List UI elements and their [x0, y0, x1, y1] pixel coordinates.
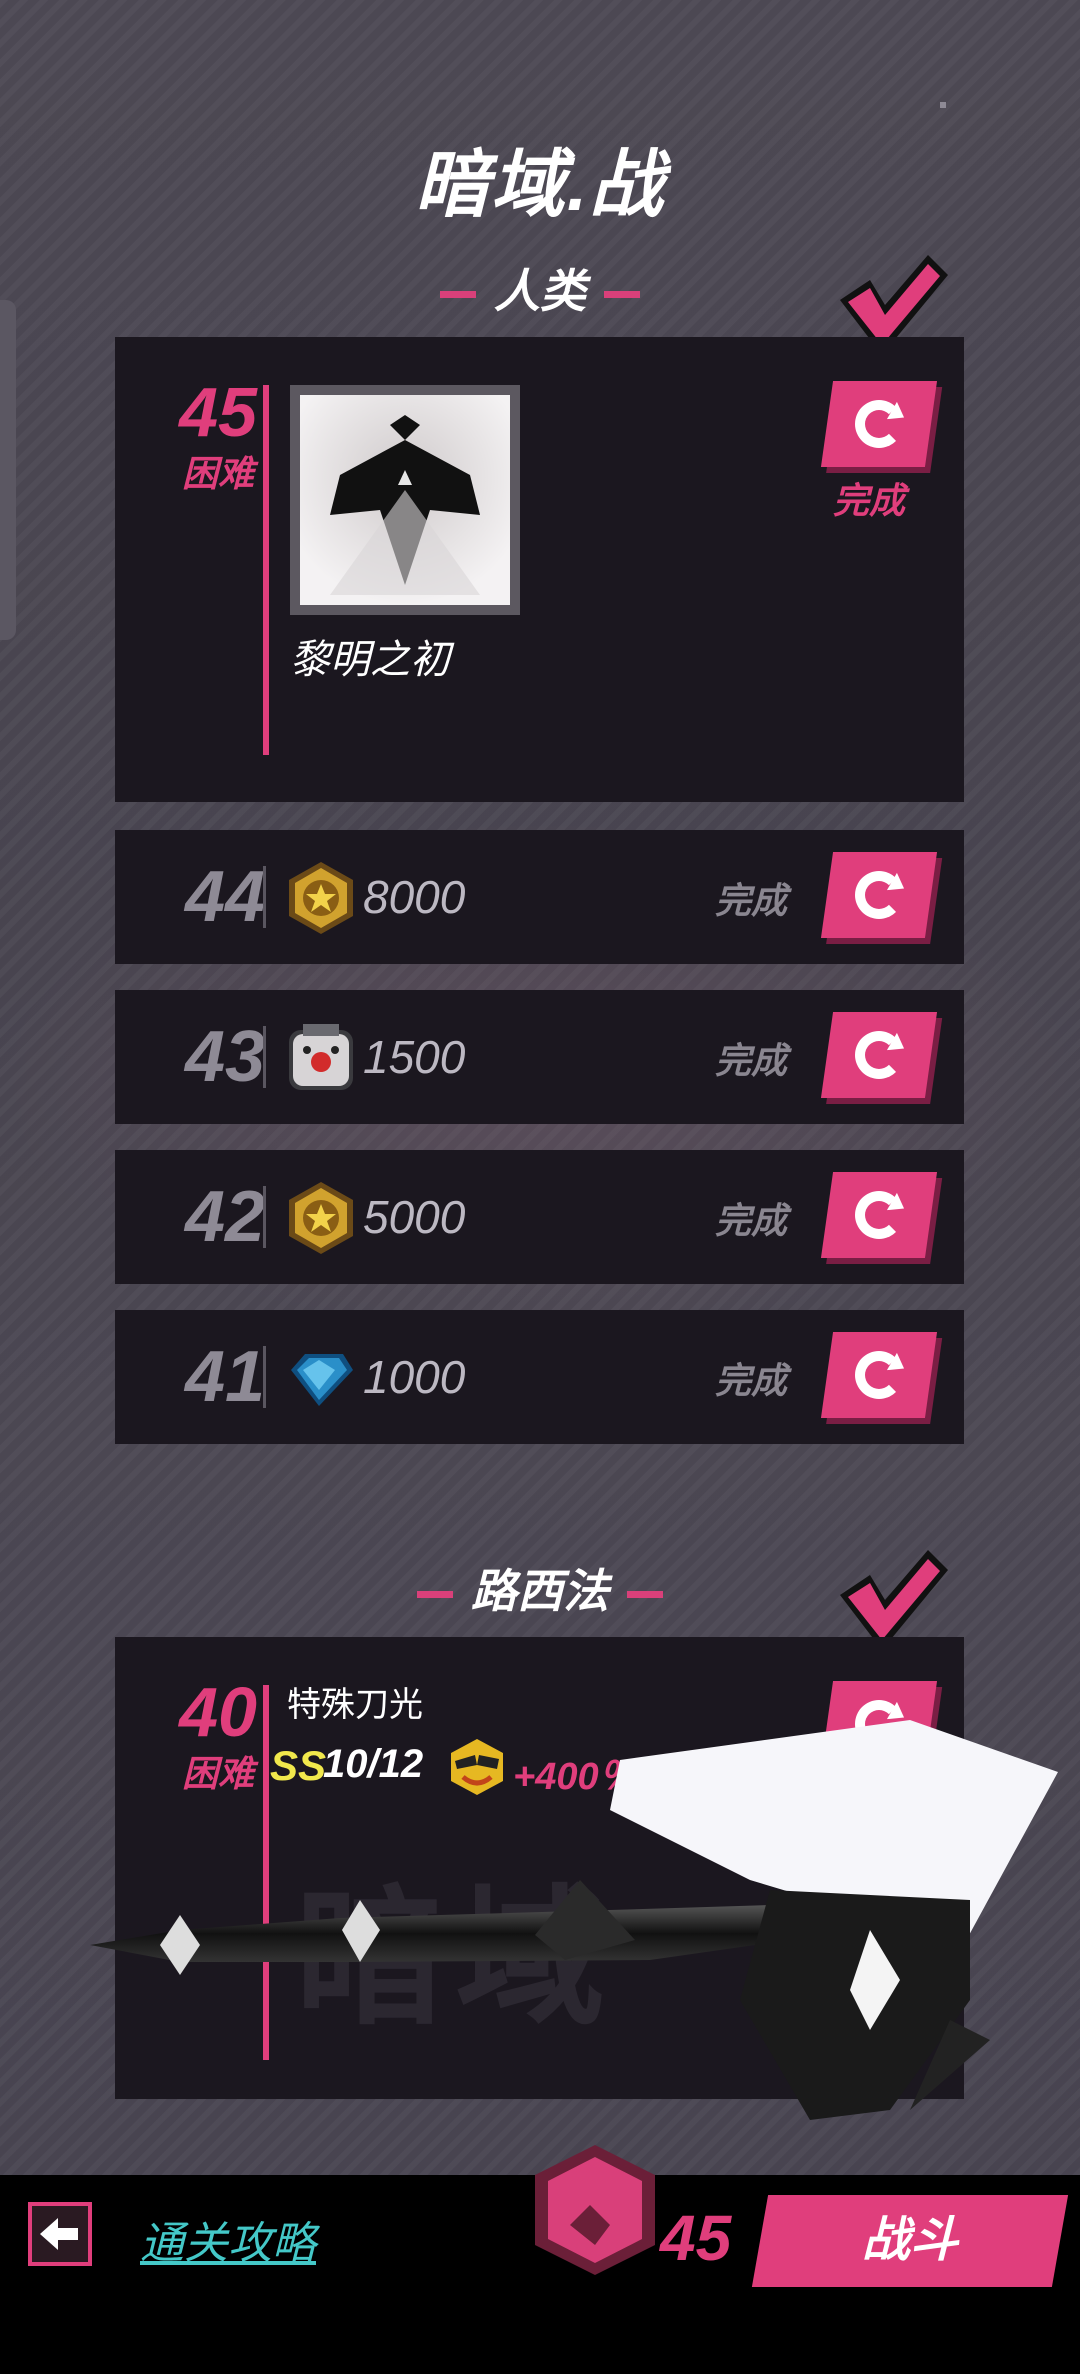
level-number: 45 — [179, 373, 257, 451]
refresh-icon — [855, 1031, 903, 1079]
dark-blade-weapon-art — [90, 1720, 1058, 2120]
replay-button[interactable] — [820, 852, 938, 938]
bottom-bar: 通关攻略 45 战斗 — [0, 2145, 1080, 2374]
level-number: 41 — [184, 1337, 266, 1417]
refresh-icon — [855, 1351, 903, 1399]
section-name: 路西法 — [471, 1565, 609, 1617]
side-pull-tab[interactable] — [0, 300, 16, 640]
refresh-icon — [855, 400, 903, 448]
row-divider — [263, 1346, 266, 1408]
blue-gem-icon — [291, 1354, 353, 1406]
status-complete: 完成 — [715, 1360, 788, 1401]
level-row[interactable]: 43 1500 完成 — [115, 990, 964, 1124]
dawn-mask-icon — [300, 395, 510, 605]
level-row[interactable]: 44 8000 完成 — [115, 830, 964, 964]
reward-amount: 5000 — [363, 1191, 466, 1243]
status-complete: 完成 — [833, 480, 906, 521]
reward-portrait[interactable] — [290, 385, 520, 615]
featured-level-card[interactable]: 45 困难 黎明之初 完成 — [115, 337, 964, 802]
row-divider — [263, 1026, 266, 1088]
reward-name: 黎明之初 — [290, 638, 450, 682]
reward-amount: 8000 — [363, 871, 466, 923]
reward-amount: 1500 — [363, 1031, 466, 1083]
level-row[interactable]: 42 5000 完成 — [115, 1150, 964, 1284]
strategy-guide-link[interactable]: 通关攻略 — [140, 2207, 316, 2271]
level-number: 42 — [184, 1177, 266, 1257]
robot-face-icon — [289, 1024, 353, 1090]
reward-amount: 1000 — [363, 1351, 466, 1403]
level-row[interactable]: 41 1000 完成 — [115, 1310, 964, 1444]
gold-coin-icon — [289, 1182, 353, 1254]
arrow-left-icon — [40, 2218, 78, 2250]
player-level: 45 — [660, 2202, 732, 2274]
row-divider — [263, 866, 266, 928]
status-dot — [940, 102, 946, 108]
title-dash-right — [627, 1591, 663, 1599]
back-button[interactable] — [28, 2202, 92, 2266]
page-title: 暗域.战 — [414, 143, 666, 226]
row-divider — [263, 1186, 266, 1248]
status-complete: 完成 — [715, 880, 788, 921]
level-number: 44 — [184, 857, 266, 937]
refresh-icon — [855, 871, 903, 919]
player-level-hex-icon — [535, 2145, 655, 2275]
replay-button[interactable] — [820, 381, 938, 467]
title-dash-left — [417, 1591, 453, 1599]
section-name: 人类 — [494, 265, 586, 317]
replay-button[interactable] — [820, 1332, 938, 1418]
status-complete: 完成 — [715, 1040, 788, 1081]
replay-button[interactable] — [820, 1172, 938, 1258]
card-divider — [263, 385, 269, 755]
difficulty-label: 困难 — [181, 453, 254, 494]
title-dash-left — [440, 291, 476, 299]
replay-button[interactable] — [820, 1012, 938, 1098]
refresh-icon — [855, 1191, 903, 1239]
gold-coin-icon — [289, 862, 353, 934]
status-complete: 完成 — [715, 1200, 788, 1241]
fight-button-label[interactable]: 战斗 — [760, 2195, 1060, 2287]
title-dash-right — [604, 291, 640, 299]
level-number: 43 — [184, 1017, 266, 1097]
